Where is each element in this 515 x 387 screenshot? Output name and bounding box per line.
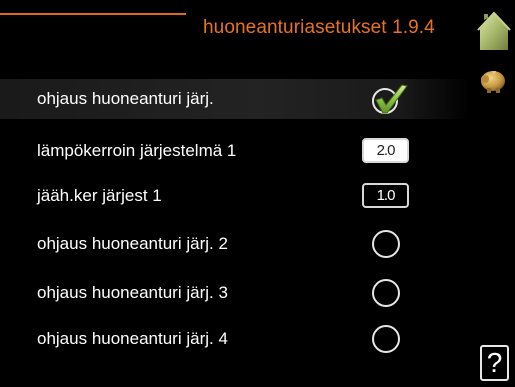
value-field[interactable]: 1.0 bbox=[362, 183, 409, 208]
checkmark-icon[interactable] bbox=[369, 82, 409, 116]
setting-row-room-sensor-control-3[interactable]: ohjaus huoneanturi järj. 3 bbox=[0, 273, 470, 313]
setting-label: lämpökerroin järjestelmä 1 bbox=[37, 141, 237, 160]
radio-button[interactable] bbox=[372, 279, 400, 307]
setting-row-heating-factor-system-1[interactable]: lämpökerroin järjestelmä 1 2.0 bbox=[0, 131, 470, 171]
setting-row-room-sensor-control-4[interactable]: ohjaus huoneanturi järj. 4 bbox=[0, 319, 470, 359]
setting-label: ohjaus huoneanturi järj. bbox=[37, 89, 214, 108]
setting-label: ohjaus huoneanturi järj. 4 bbox=[37, 329, 228, 348]
setting-label: ohjaus huoneanturi järj. 2 bbox=[37, 234, 228, 253]
help-icon[interactable]: ? bbox=[480, 345, 509, 381]
radio-button[interactable] bbox=[372, 325, 400, 353]
piggy-bank-icon[interactable] bbox=[478, 66, 508, 96]
setting-row-cooling-factor-system-1[interactable]: jääh.ker järjest 1 1.0 bbox=[0, 176, 470, 216]
setting-label: ohjaus huoneanturi järj. 3 bbox=[37, 283, 228, 302]
setting-label: jääh.ker järjest 1 bbox=[37, 186, 162, 205]
home-icon[interactable] bbox=[476, 10, 512, 52]
header-accent-line bbox=[0, 13, 186, 15]
setting-row-room-sensor-control-2[interactable]: ohjaus huoneanturi järj. 2 bbox=[0, 224, 470, 264]
page-title: huoneanturiasetukset 1.9.4 bbox=[203, 17, 435, 38]
settings-screen: huoneanturiasetukset 1.9.4 ohjaus huonea… bbox=[0, 0, 515, 387]
value-field[interactable]: 2.0 bbox=[362, 138, 409, 163]
setting-row-room-sensor-control[interactable]: ohjaus huoneanturi järj. bbox=[0, 79, 470, 119]
radio-button[interactable] bbox=[372, 230, 400, 258]
